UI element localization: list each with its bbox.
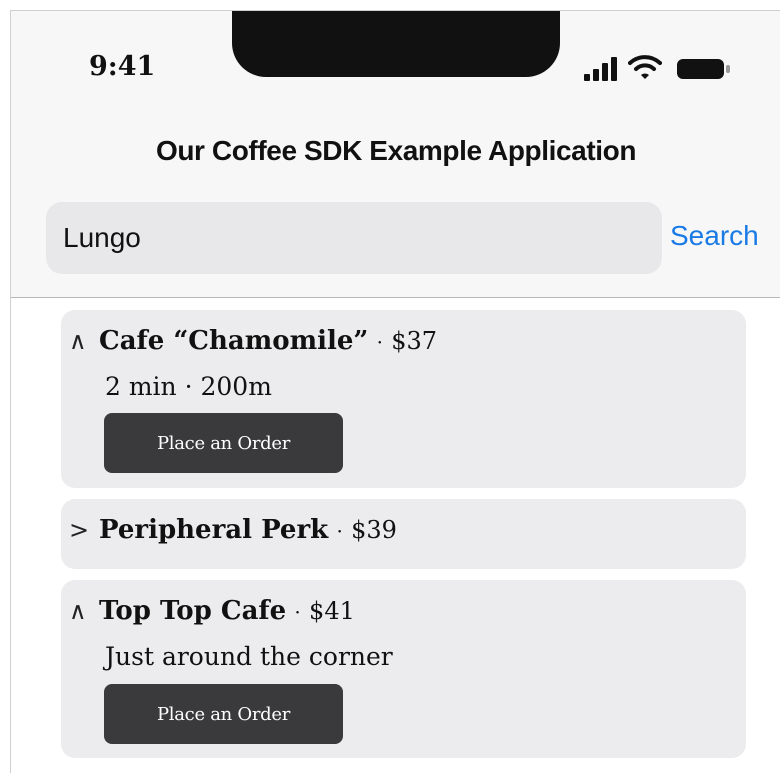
place-order-button[interactable]: Place an Order — [104, 413, 343, 473]
status-icons — [576, 55, 736, 81]
cafe-name: Top Top Cafe — [99, 596, 287, 626]
chevron-up-icon[interactable]: ∧ — [69, 327, 99, 355]
place-order-button[interactable]: Place an Order — [104, 684, 343, 744]
cafe-name: Cafe “Chamomile” — [99, 326, 369, 356]
device-notch — [232, 11, 560, 77]
cafe-price: $39 — [351, 516, 397, 544]
battery-icon — [677, 59, 730, 79]
cafe-detail: 2 min · 200m — [105, 372, 272, 401]
app-title: Our Coffee SDK Example Application — [155, 135, 637, 166]
top-bar: 9:41 Our Coffee SDK Example Application … — [11, 11, 780, 298]
cafe-price: $37 — [391, 327, 438, 355]
separator-dot: · — [294, 600, 301, 624]
wifi-icon — [628, 55, 662, 79]
signal-icon — [576, 57, 620, 81]
chevron-right-icon[interactable]: > — [69, 516, 99, 544]
cafe-detail: Just around the corner — [105, 642, 393, 671]
search-input[interactable] — [46, 202, 662, 274]
cafe-card[interactable]: > Peripheral Perk · $39 — [61, 499, 746, 569]
cafe-name: Peripheral Perk — [99, 515, 329, 545]
cafe-card[interactable]: ∧ Cafe “Chamomile” · $37 2 min · 200m Pla… — [61, 310, 746, 488]
status-time: 9:41 — [89, 51, 156, 82]
separator-dot: · — [336, 519, 343, 543]
cafe-card-header[interactable]: ∧ Top Top Cafe · $41 — [69, 596, 355, 626]
cafe-price: $41 — [309, 597, 355, 625]
search-button[interactable]: Search — [670, 220, 759, 252]
separator-dot: · — [376, 330, 383, 354]
phone-screen: 9:41 Our Coffee SDK Example Application … — [10, 10, 780, 773]
cafe-card[interactable]: ∧ Top Top Cafe · $41 Just around the corn… — [61, 580, 746, 758]
chevron-up-icon[interactable]: ∧ — [69, 597, 99, 625]
cafe-card-header[interactable]: ∧ Cafe “Chamomile” · $37 — [69, 326, 437, 356]
cafe-card-header[interactable]: > Peripheral Perk · $39 — [69, 515, 397, 545]
